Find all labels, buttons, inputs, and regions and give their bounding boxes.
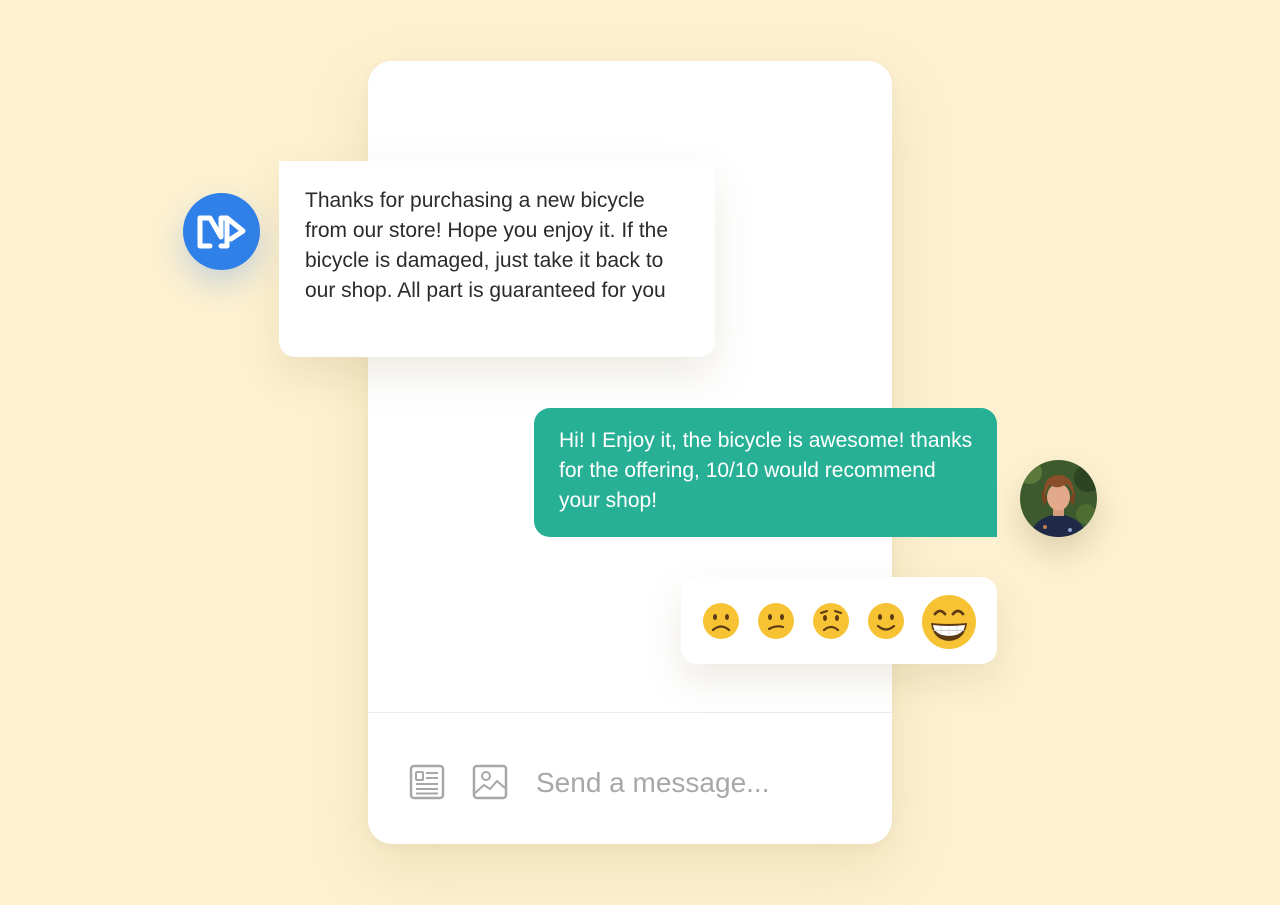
brand-logo-icon [197,215,246,249]
user-avatar [1020,460,1097,537]
incoming-message-text: Thanks for purchasing a new bicycle from… [305,189,669,302]
message-composer [368,712,892,844]
incoming-message-bubble: Thanks for purchasing a new bicycle from… [279,161,715,357]
confused-face-icon[interactable] [757,602,795,640]
message-input[interactable] [534,761,858,805]
brand-avatar [183,193,260,270]
slightly-smiling-face-icon[interactable] [867,602,905,640]
outgoing-message-bubble: Hi! I Enjoy it, the bicycle is awesome! … [534,408,997,537]
image-attach-icon[interactable] [472,764,508,800]
contact-card-icon[interactable] [409,764,445,800]
frowning-face-icon[interactable] [702,602,740,640]
outgoing-message-text: Hi! I Enjoy it, the bicycle is awesome! … [559,429,973,512]
worried-face-icon[interactable] [812,602,850,640]
satisfaction-rating [681,577,997,664]
grinning-face-icon[interactable] [921,594,977,650]
